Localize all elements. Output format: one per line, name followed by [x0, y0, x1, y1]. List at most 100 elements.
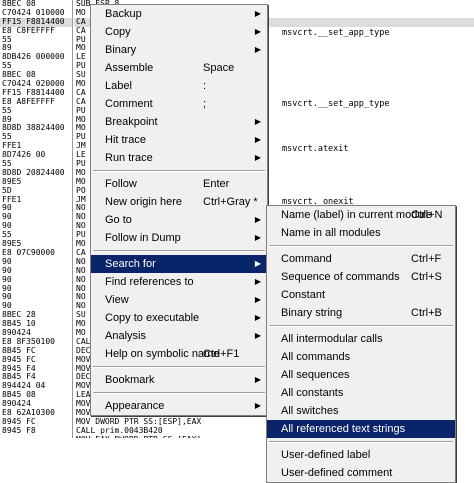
triangle-right-icon: ▶ — [254, 117, 261, 126]
menu-item-label: Breakpoint — [105, 116, 158, 128]
menu-item-label: Follow in Dump — [105, 232, 181, 244]
menu-item-label: Search for — [105, 258, 156, 270]
menu-item-help-on-symbolic-name[interactable]: Help on symbolic name Ctrl+F1 — [91, 345, 267, 363]
menu-item-appearance[interactable]: Appearance ▶ — [91, 397, 267, 415]
menu-item-shortcut: : — [203, 80, 207, 92]
search-item-command[interactable]: Command Ctrl+F — [267, 250, 455, 268]
triangle-right-icon: ▶ — [254, 331, 261, 340]
menu-item-shortcut: Ctrl+F1 — [203, 348, 240, 360]
menu-item-view[interactable]: View ▶ — [91, 291, 267, 309]
search-item-all-intermodular-calls[interactable]: All intermodular calls — [267, 330, 455, 348]
triangle-right-icon: ▶ — [254, 45, 261, 54]
triangle-right-icon: ▶ — [254, 313, 261, 322]
menu-item-find-references-to[interactable]: Find references to ▶ — [91, 273, 267, 291]
triangle-right-icon: ▶ — [254, 295, 261, 304]
menu-item-run-trace[interactable]: Run trace ▶ — [91, 149, 267, 167]
menu-item-label: All intermodular calls — [281, 333, 383, 345]
menu-item-label: View — [105, 294, 129, 306]
menu-separator — [269, 441, 453, 443]
menu-item-copy[interactable]: Copy ▶ — [91, 23, 267, 41]
menu-separator — [93, 170, 265, 172]
context-menu: Backup ▶ Copy ▶ Binary ▶ Assemble Space Label: Co… — [90, 4, 268, 416]
search-item-binary-string[interactable]: Binary string Ctrl+B — [267, 304, 455, 322]
search-item-name-in-all-modules[interactable]: Name in all modules — [267, 224, 455, 242]
menu-item-go-to[interactable]: Go to ▶ — [91, 211, 267, 229]
menu-item-follow-in-dump[interactable]: Follow in Dump ▶ — [91, 229, 267, 247]
menu-item-label: User-defined comment — [281, 467, 393, 479]
search-item-user-defined-comment[interactable]: User-defined comment — [267, 464, 455, 482]
triangle-right-icon: ▶ — [254, 259, 261, 268]
search-item-all-switches[interactable]: All switches — [267, 402, 455, 420]
code-hex-line[interactable]: 8945 F8 — [0, 426, 72, 436]
menu-item-label: Label — [105, 80, 132, 92]
menu-item-label: Hit trace — [105, 134, 146, 146]
search-item-constant[interactable]: Constant — [267, 286, 455, 304]
menu-item-shortcut: Enter — [203, 178, 230, 190]
menu-item-shortcut: Ctrl+F — [411, 253, 442, 265]
menu-item-assemble[interactable]: Assemble Space — [91, 59, 267, 77]
menu-item-label: Follow — [105, 178, 137, 190]
code-comment: msvcrt.__set_app_type — [282, 99, 390, 109]
menu-item-shortcut: ; — [203, 98, 207, 110]
menu-item-label: Bookmark — [105, 374, 155, 386]
menu-item-label: All sequences — [281, 369, 350, 381]
triangle-right-icon: ▶ — [254, 401, 261, 410]
triangle-right-icon: ▶ — [254, 153, 261, 162]
search-for-submenu: Name (label) in current module Ctrl+N Name… — [266, 205, 456, 483]
menu-item-backup[interactable]: Backup ▶ — [91, 5, 267, 23]
search-item-sequence-of-commands[interactable]: Sequence of commands Ctrl+S — [267, 268, 455, 286]
triangle-right-icon: ▶ — [254, 9, 261, 18]
menu-item-label: Assemble — [105, 62, 154, 74]
menu-separator — [93, 250, 265, 252]
triangle-right-icon: ▶ — [254, 233, 261, 242]
menu-item-label: User-defined label — [281, 449, 371, 461]
search-item-name-label-in-current-module[interactable]: Name (label) in current module Ctrl+N — [267, 206, 455, 224]
search-item-all-constants[interactable]: All constants — [267, 384, 455, 402]
menu-separator — [269, 245, 453, 247]
menu-item-label: Comment — [105, 98, 153, 110]
menu-separator — [93, 366, 265, 368]
code-comment: msvcrt.atexit — [282, 143, 349, 154]
menu-item-label: Analysis — [105, 330, 146, 342]
menu-item-label: All constants — [281, 387, 344, 399]
menu-item-label: Command — [281, 253, 332, 265]
menu-item-analysis[interactable]: Analysis ▶ — [91, 327, 267, 345]
menu-item-shortcut: Ctrl+B — [411, 307, 442, 319]
triangle-right-icon: ▶ — [254, 375, 261, 384]
search-item-all-referenced-text-strings[interactable]: All referenced text strings — [267, 420, 455, 438]
search-item-all-commands[interactable]: All commands — [267, 348, 455, 366]
menu-item-bookmark[interactable]: Bookmark ▶ — [91, 371, 267, 389]
search-item-user-defined-label[interactable]: User-defined label — [267, 446, 455, 464]
menu-item-label: Appearance — [105, 400, 165, 412]
menu-item-copy-to-executable[interactable]: Copy to executable ▶ — [91, 309, 267, 327]
menu-item-shortcut: Ctrl+S — [411, 271, 442, 283]
code-comment: msvcrt.__set_app_type — [282, 27, 390, 38]
menu-separator — [269, 325, 453, 327]
menu-item-label: Sequence of commands — [281, 271, 400, 283]
menu-item-label[interactable]: Label: — [91, 77, 267, 95]
triangle-right-icon: ▶ — [254, 135, 261, 144]
menu-item-shortcut: Ctrl+N — [411, 209, 443, 221]
menu-separator — [93, 392, 265, 394]
menu-item-label: Binary — [105, 44, 137, 56]
menu-item-label: All switches — [281, 405, 339, 417]
menu-item-hit-trace[interactable]: Hit trace ▶ — [91, 131, 267, 149]
menu-item-binary[interactable]: Binary ▶ — [91, 41, 267, 59]
menu-item-label: Run trace — [105, 152, 153, 164]
menu-item-label: Find references to — [105, 276, 194, 288]
menu-item-shortcut: Space — [203, 62, 235, 74]
hex-column[interactable]: 8BEC 08 C70424 010000 FF15 F8814400 E8 C8FE… — [0, 0, 73, 438]
menu-item-new-origin-here[interactable]: New origin here Ctrl+Gray * — [91, 193, 267, 211]
menu-item-label: Copy — [105, 26, 131, 38]
menu-item-label: Name in all modules — [281, 227, 381, 239]
search-item-all-sequences[interactable]: All sequences — [267, 366, 455, 384]
menu-item-comment[interactable]: Comment; — [91, 95, 267, 113]
menu-item-label: Binary string — [281, 307, 343, 319]
menu-item-label: New origin here — [105, 196, 183, 208]
menu-item-label: Constant — [281, 289, 326, 301]
menu-item-search-for[interactable]: Search for ▶ — [91, 255, 267, 273]
menu-item-breakpoint[interactable]: Breakpoint ▶ — [91, 113, 267, 131]
menu-item-label: Backup — [105, 8, 142, 20]
menu-item-follow[interactable]: Follow Enter — [91, 175, 267, 193]
menu-item-label: Copy to executable — [105, 312, 200, 324]
